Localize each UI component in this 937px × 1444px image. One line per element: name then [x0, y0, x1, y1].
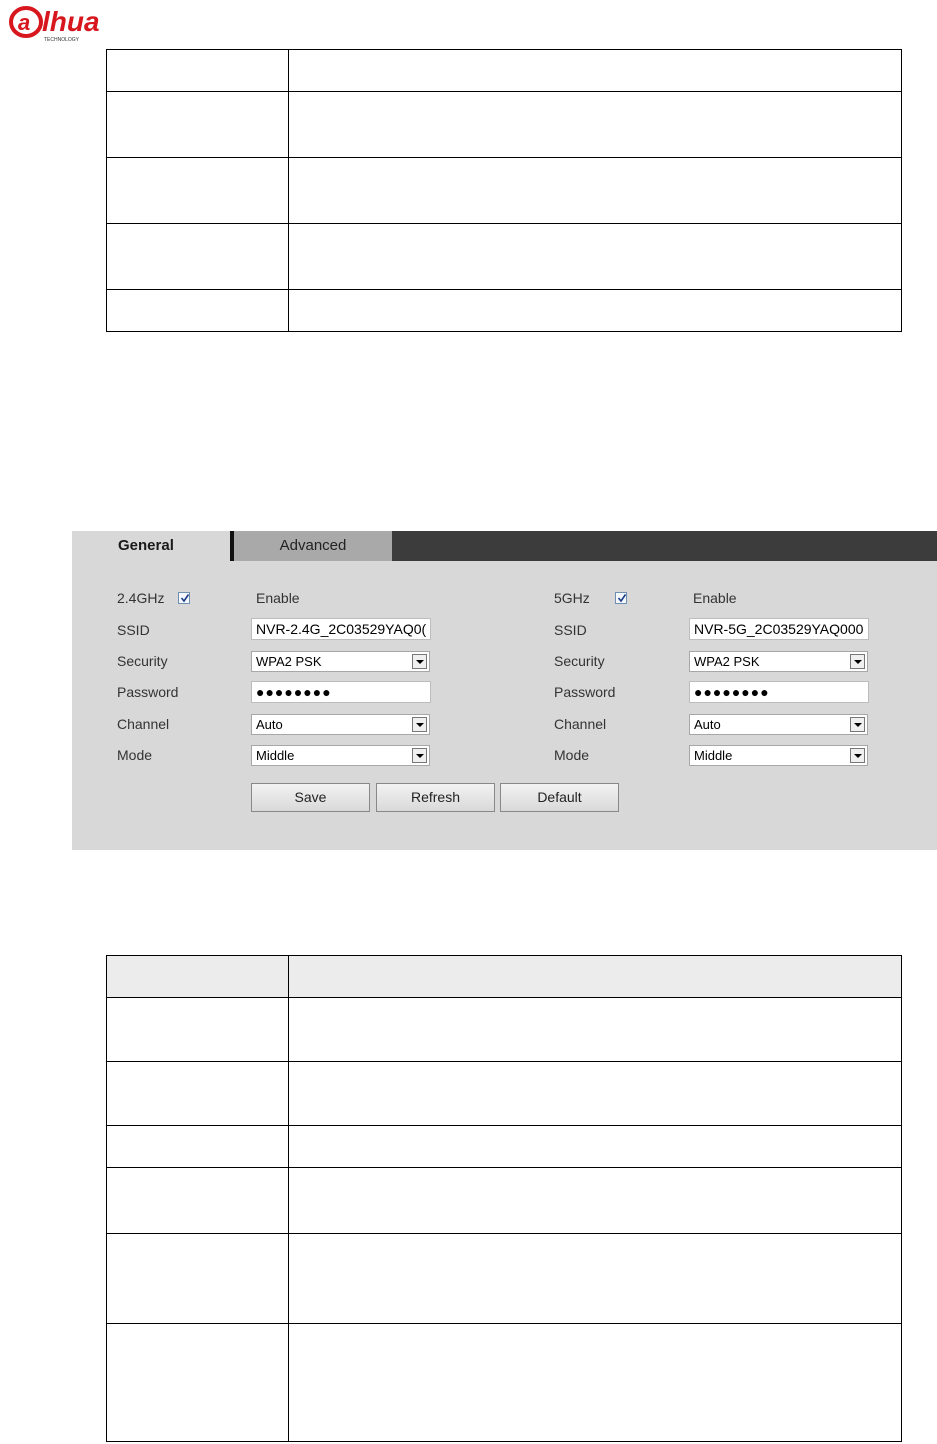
band-24-channel-value: Auto	[256, 717, 283, 732]
mode-label: Mode	[117, 747, 153, 763]
checkmark-icon	[180, 594, 190, 603]
table-row	[106, 1167, 902, 1234]
band-5-password-input[interactable]: ●●●●●●●●	[689, 681, 869, 703]
band-24-security-value: WPA2 PSK	[256, 654, 322, 669]
band-24-channel-select[interactable]: Auto	[251, 714, 430, 735]
svg-text:TECHNOLOGY: TECHNOLOGY	[44, 37, 80, 43]
band-24-security-select[interactable]: WPA2 PSK	[251, 651, 430, 672]
table-row	[106, 91, 902, 158]
band-5-mode-select[interactable]: Middle	[689, 745, 868, 766]
ssid-label: SSID	[554, 622, 587, 638]
svg-text:lhua: lhua	[42, 6, 100, 37]
mode-label: Mode	[554, 747, 590, 763]
band-24-ssid-input[interactable]: NVR-2.4G_2C03529YAQ0(	[251, 618, 431, 640]
checkmark-icon	[617, 594, 627, 603]
band-5-enable-label: Enable	[693, 590, 737, 606]
chevron-down-icon[interactable]	[850, 654, 865, 669]
parameter-table-bottom	[106, 955, 902, 1442]
table-row	[106, 1125, 902, 1168]
chevron-down-icon[interactable]	[850, 717, 865, 732]
chevron-down-icon[interactable]	[412, 717, 427, 732]
password-label: Password	[117, 684, 179, 700]
channel-label: Channel	[117, 716, 170, 732]
svg-text:a: a	[18, 10, 30, 35]
table-row	[106, 49, 902, 92]
ssid-label: SSID	[117, 622, 150, 638]
chevron-down-icon[interactable]	[412, 654, 427, 669]
table-row	[106, 157, 902, 224]
band-24-enable-checkbox[interactable]	[178, 592, 190, 604]
table-header-row	[106, 955, 902, 998]
security-label: Security	[554, 653, 605, 669]
parameter-table-top	[106, 49, 902, 332]
save-button[interactable]: Save	[251, 783, 370, 812]
band-5-ssid-input[interactable]: NVR-5G_2C03529YAQ000	[689, 618, 869, 640]
chevron-down-icon[interactable]	[412, 748, 427, 763]
security-label: Security	[117, 653, 168, 669]
wifi-settings-panel: General Advanced 2.4GHz Enable SSID NVR-…	[72, 531, 937, 850]
table-row	[106, 997, 902, 1062]
band-24-mode-value: Middle	[256, 748, 295, 763]
table-row	[106, 1323, 902, 1442]
band-5-channel-value: Auto	[694, 717, 721, 732]
refresh-button[interactable]: Refresh	[376, 783, 495, 812]
band-5-channel-select[interactable]: Auto	[689, 714, 868, 735]
band-24-password-input[interactable]: ●●●●●●●●	[251, 681, 431, 703]
band-5-security-select[interactable]: WPA2 PSK	[689, 651, 868, 672]
band-24-label: 2.4GHz	[117, 590, 165, 606]
table-row	[106, 289, 902, 332]
band-24-enable-label: Enable	[256, 590, 300, 606]
table-row	[106, 223, 902, 290]
tab-advanced[interactable]: Advanced	[234, 531, 392, 561]
default-button[interactable]: Default	[500, 783, 619, 812]
band-24-mode-select[interactable]: Middle	[251, 745, 430, 766]
table-row	[106, 1061, 902, 1126]
band-5-security-value: WPA2 PSK	[694, 654, 760, 669]
band-5-label: 5GHz	[554, 590, 590, 606]
dahua-logo: a lhua TECHNOLOGY	[8, 4, 132, 44]
tab-general[interactable]: General	[72, 531, 230, 561]
chevron-down-icon[interactable]	[850, 748, 865, 763]
band-5-enable-checkbox[interactable]	[615, 592, 627, 604]
band-5-mode-value: Middle	[694, 748, 733, 763]
channel-label: Channel	[554, 716, 607, 732]
table-row	[106, 1233, 902, 1324]
password-label: Password	[554, 684, 616, 700]
